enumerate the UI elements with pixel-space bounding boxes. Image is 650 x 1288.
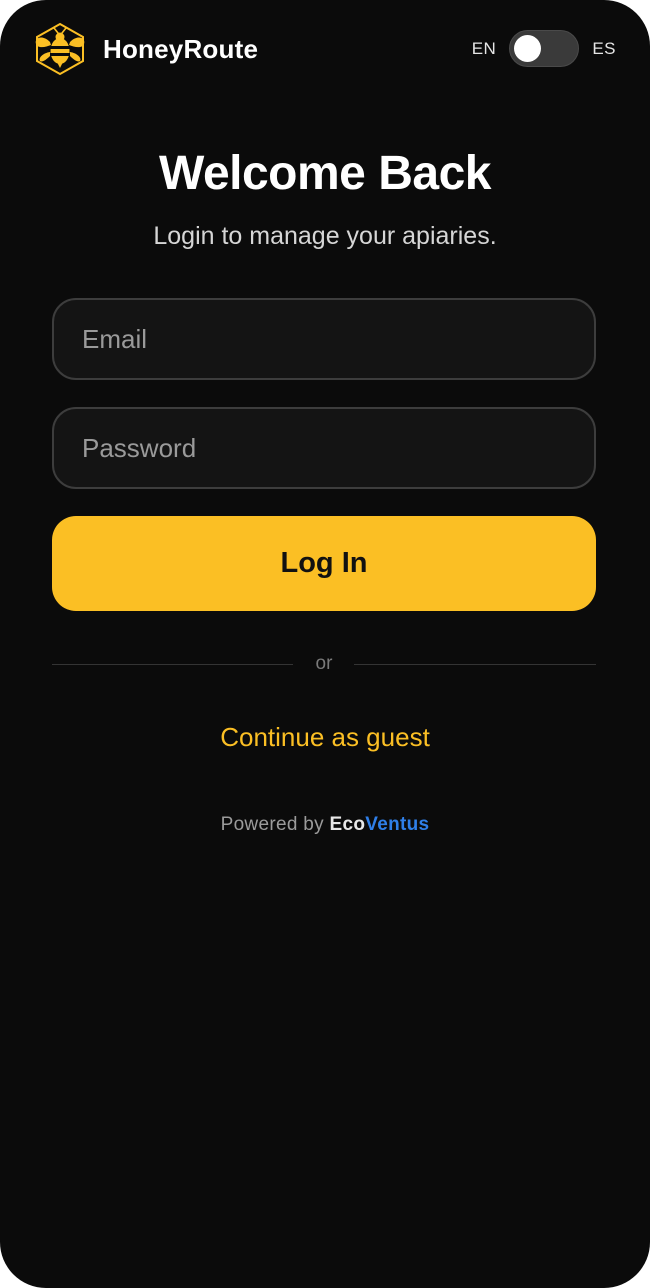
ecoventus-brand-ventus: Ventus: [365, 814, 430, 835]
divider-line-right: [354, 664, 596, 665]
language-label-en: EN: [471, 38, 497, 58]
toggle-knob: [514, 35, 542, 62]
continue-as-guest-link[interactable]: Continue as guest: [0, 722, 650, 753]
password-field[interactable]: [52, 407, 596, 489]
powered-by-prefix: Powered by: [220, 814, 324, 835]
brand: HoneyRoute: [32, 22, 258, 76]
language-switch: EN ES: [472, 30, 616, 67]
app-screen: HoneyRoute EN ES Welcome Back Login to m…: [0, 0, 650, 1288]
login-button[interactable]: Log In: [52, 516, 596, 611]
language-label-es: ES: [592, 38, 616, 58]
brand-name: HoneyRoute: [103, 33, 259, 64]
ecoventus-brand-eco: Eco: [329, 814, 366, 835]
header: HoneyRoute EN ES: [0, 0, 650, 98]
or-divider: or: [52, 650, 596, 680]
email-field[interactable]: [52, 298, 596, 380]
page-title: Welcome Back: [159, 147, 491, 200]
page-subtitle: Login to manage your apiaries.: [153, 222, 497, 250]
powered-by: Powered by EcoVentus: [0, 814, 650, 836]
language-toggle[interactable]: [509, 30, 580, 67]
bee-hexagon-icon: [35, 22, 85, 76]
